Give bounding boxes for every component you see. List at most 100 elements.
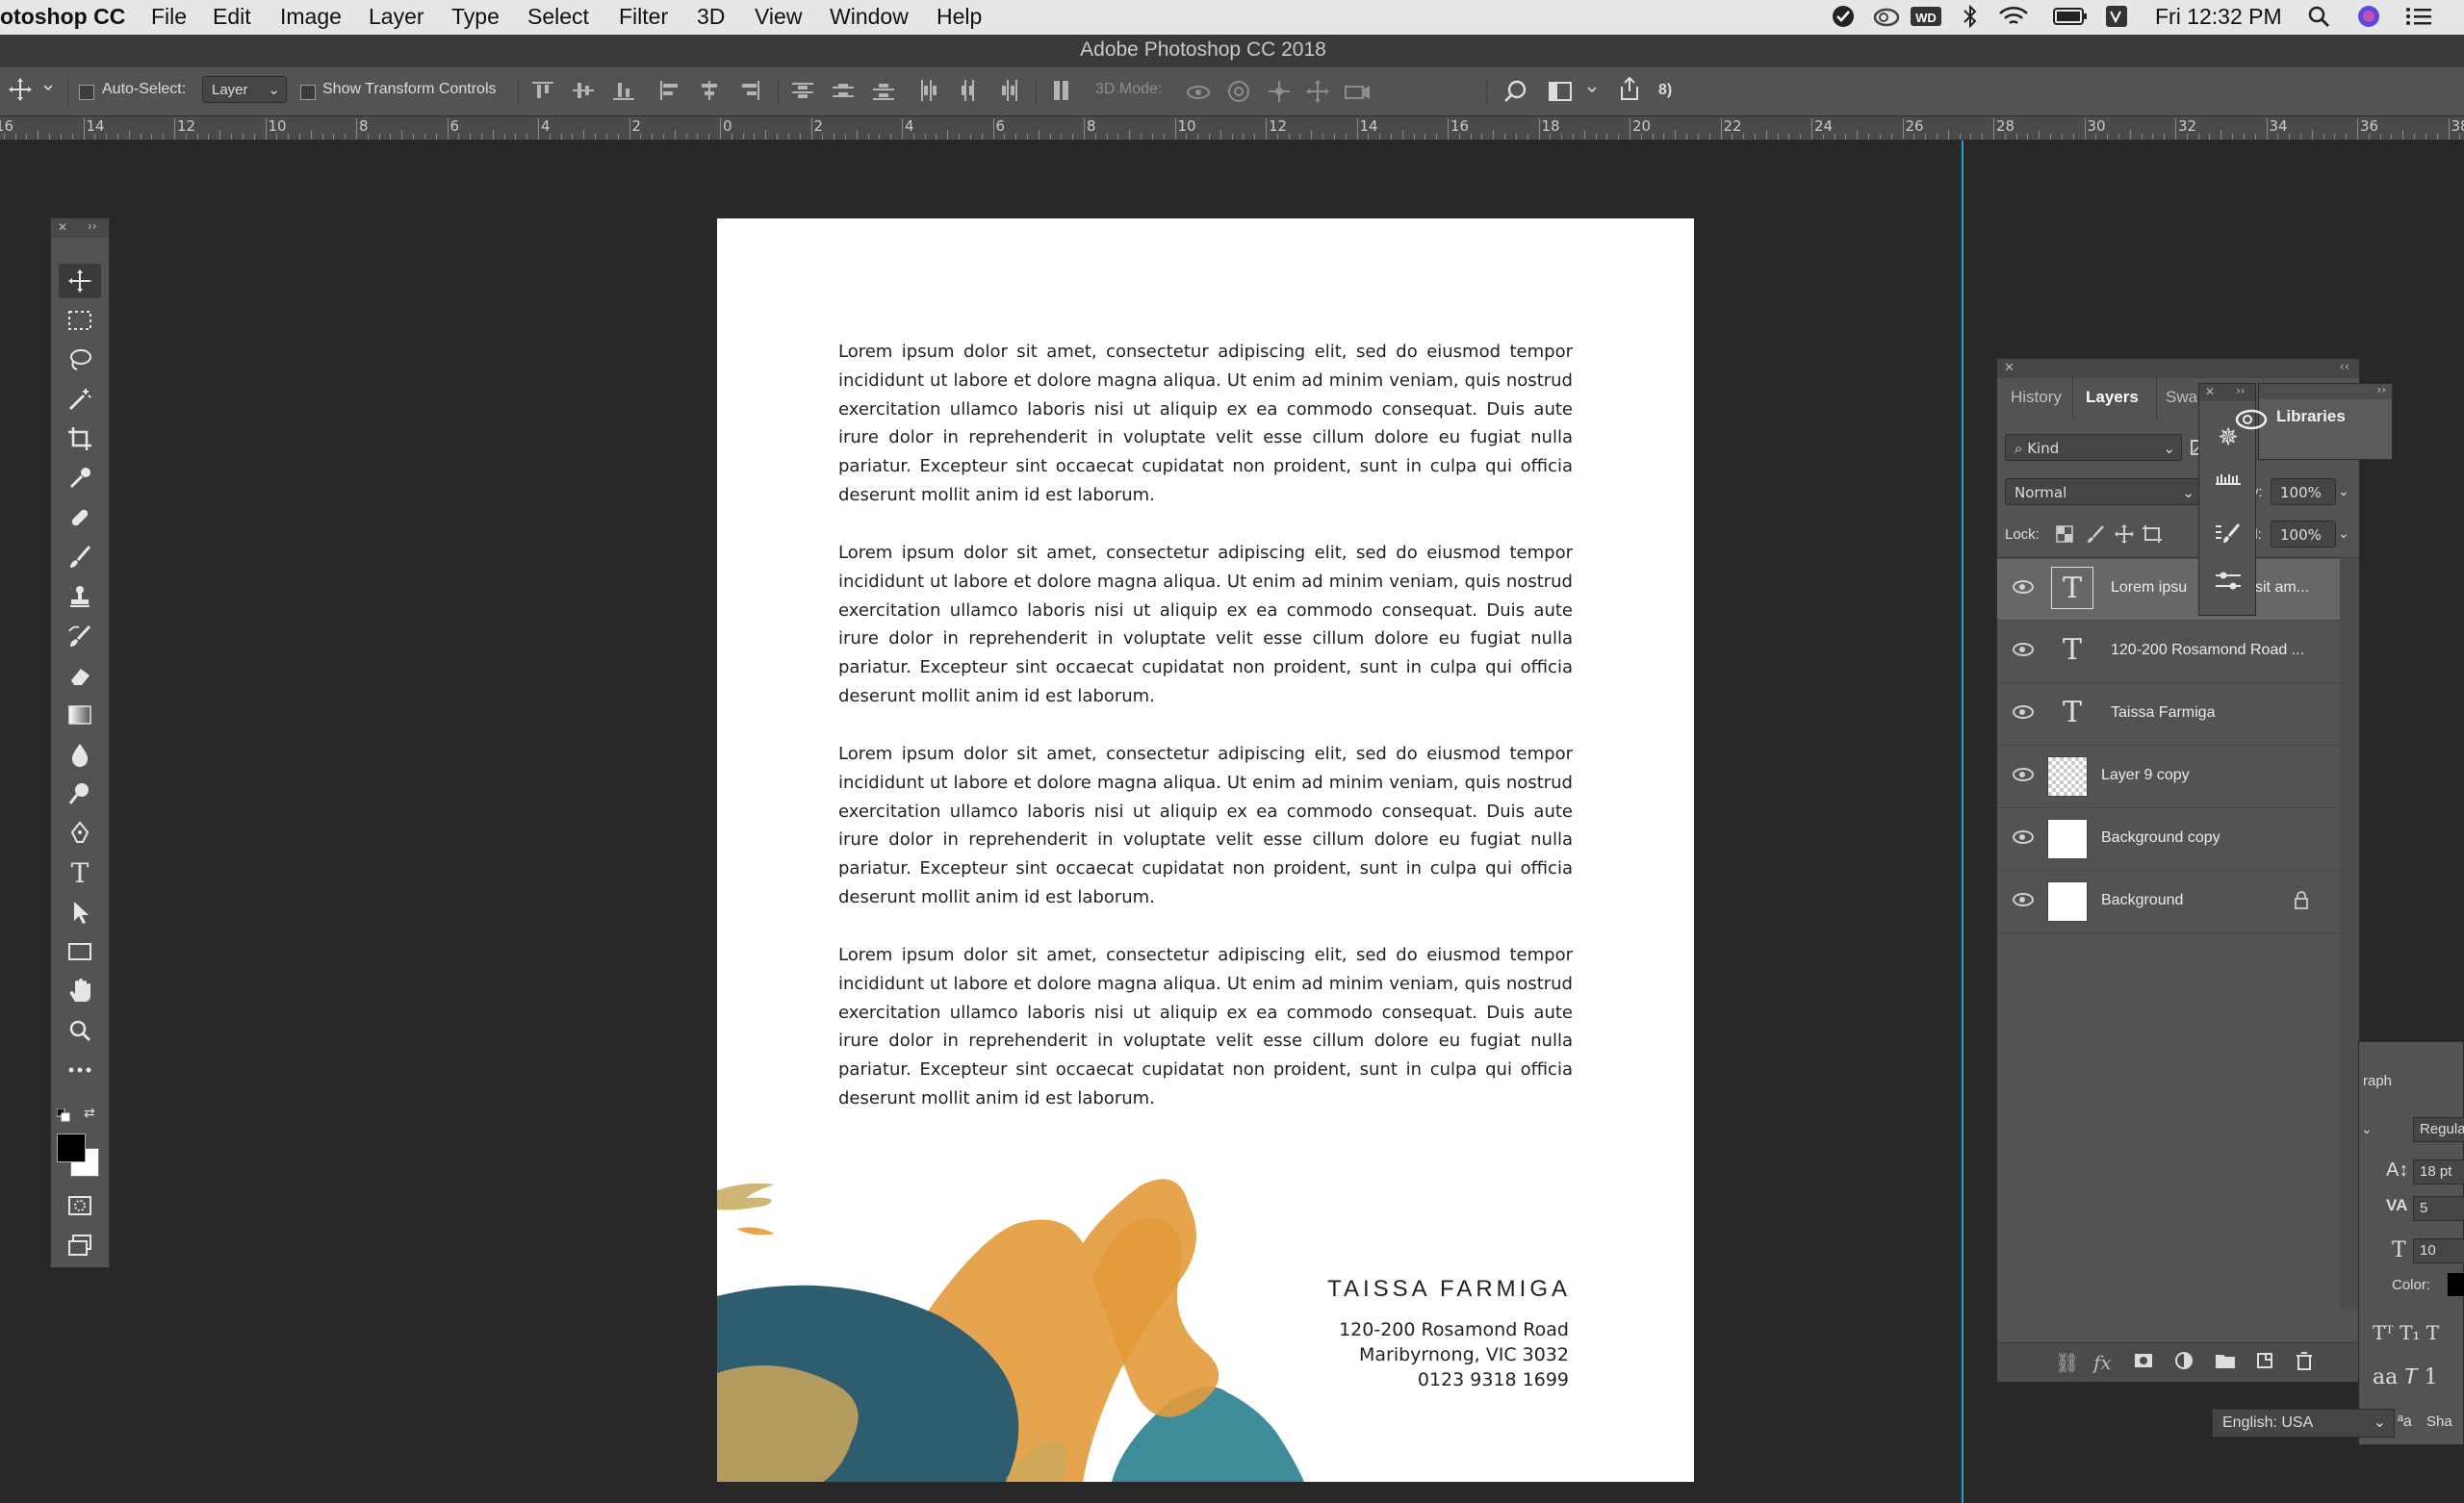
screen-mode-icon[interactable] [59, 1228, 101, 1262]
collapse-icon[interactable]: ›› [88, 219, 97, 233]
notification-center-icon[interactable] [2402, 4, 2435, 29]
3d-slide-icon[interactable] [1305, 79, 1330, 109]
lock-pixels-icon[interactable] [2086, 524, 2105, 548]
magic-wand-tool-icon[interactable] [59, 382, 101, 417]
distribute-horizontal-centers-icon[interactable] [958, 79, 979, 102]
quick-mask-icon[interactable] [59, 1188, 101, 1223]
auto-align-icon[interactable] [1051, 79, 1072, 102]
mini-panel-header[interactable]: ✕ ›› [2199, 384, 2255, 401]
3d-roll-icon[interactable] [1226, 79, 1251, 109]
close-icon[interactable]: ✕ [2004, 361, 2015, 375]
marquee-tool-icon[interactable] [59, 303, 101, 338]
link-layers-icon[interactable]: ⛓ [2055, 1351, 2079, 1374]
3d-orbit-icon[interactable] [1186, 79, 1211, 109]
foreground-color-swatch[interactable] [57, 1134, 86, 1162]
eraser-tool-icon[interactable] [59, 658, 101, 693]
collapse-icon[interactable]: ›› [2236, 384, 2246, 397]
eye-icon[interactable] [2013, 643, 2034, 656]
align-left-edges-icon[interactable] [658, 79, 680, 102]
more-tools-icon[interactable] [59, 1053, 101, 1087]
font-style-dropdown[interactable]: Regula [2413, 1117, 2464, 1142]
menu-app-name[interactable]: otoshop CC [0, 4, 125, 30]
align-horizontal-centers-icon[interactable] [699, 79, 720, 102]
collapse-icon[interactable]: ›› [2376, 383, 2386, 396]
spotlight-icon[interactable] [2306, 4, 2331, 29]
superscript-icons[interactable]: Tᵀ T₁ T [2373, 1321, 2439, 1344]
path-selection-tool-icon[interactable] [59, 895, 101, 930]
tool-presets-icon[interactable] [2209, 519, 2247, 557]
input-source-icon[interactable] [2104, 4, 2129, 29]
show-transform-checkbox[interactable] [300, 85, 316, 100]
add-mask-icon[interactable] [2134, 1351, 2153, 1375]
menu-type[interactable]: Type [451, 4, 500, 30]
workspace-icon[interactable] [1548, 79, 1573, 109]
leading-input[interactable]: 18 pt [2413, 1159, 2464, 1185]
tab-swatches[interactable]: Swa [2166, 388, 2197, 407]
default-colors-icon[interactable] [56, 1108, 70, 1122]
menu-window[interactable]: Window [830, 4, 909, 30]
libraries-panel[interactable]: ›› Libraries [2235, 383, 2393, 460]
clone-stamp-tool-icon[interactable] [59, 579, 101, 614]
canvas-guide[interactable] [1962, 140, 1964, 1503]
adjustments-icon[interactable] [2209, 567, 2247, 605]
zoom-tool-icon[interactable] [59, 1013, 101, 1048]
pen-tool-icon[interactable] [59, 816, 101, 851]
menu-view[interactable]: View [755, 4, 802, 30]
move-tool-preset-icon[interactable] [8, 77, 33, 107]
lock-icon[interactable] [2294, 891, 2309, 914]
trash-icon[interactable] [2296, 1351, 2313, 1375]
lock-artboard-icon[interactable] [2142, 524, 2163, 548]
siri-icon[interactable] [2356, 4, 2381, 29]
3d-pan-icon[interactable] [1267, 79, 1292, 109]
chevron-down-icon[interactable]: ⌄ [2361, 1121, 2373, 1137]
menu-layer[interactable]: Layer [369, 4, 424, 30]
new-layer-icon[interactable] [2255, 1351, 2274, 1375]
chevron-down-icon[interactable] [1586, 83, 1598, 100]
crop-tool-icon[interactable] [59, 421, 101, 456]
creative-cloud-icon[interactable] [1873, 4, 1900, 29]
wifi-icon[interactable] [1996, 4, 2031, 29]
close-icon[interactable]: ✕ [2205, 385, 2215, 398]
distribute-left-icon[interactable] [917, 79, 938, 102]
eye-icon[interactable] [2013, 893, 2034, 906]
rectangle-tool-icon[interactable] [59, 934, 101, 969]
menu-3d[interactable]: 3D [697, 4, 725, 30]
menu-filter[interactable]: Filter [619, 4, 668, 30]
chevron-down-icon[interactable]: ⌄ [2338, 484, 2349, 499]
distribute-right-icon[interactable] [998, 79, 1019, 102]
layers-scrollbar[interactable] [2340, 559, 2359, 1310]
bluetooth-icon[interactable] [1958, 4, 1983, 29]
type-tool-icon[interactable]: T [59, 855, 101, 890]
menu-file[interactable]: File [151, 4, 187, 30]
align-bottom-edges-icon[interactable] [613, 79, 634, 102]
history-brush-tool-icon[interactable] [59, 619, 101, 653]
brushes-icon[interactable] [2209, 461, 2247, 499]
language-dropdown[interactable]: English: USA ⌄ [2212, 1409, 2395, 1438]
eyedropper-tool-icon[interactable] [59, 461, 101, 496]
layer-row-address[interactable]: T 120-200 Rosamond Road ... [1997, 622, 2340, 683]
blur-tool-icon[interactable] [59, 737, 101, 772]
battery-icon[interactable] [2052, 4, 2089, 29]
lock-transparency-icon[interactable] [2055, 524, 2074, 548]
chevron-down-icon[interactable] [42, 81, 54, 98]
3d-camera-icon[interactable] [1344, 79, 1373, 109]
menu-help[interactable]: Help [937, 4, 982, 30]
eye-icon[interactable] [2013, 830, 2034, 844]
document-canvas[interactable]: Lorem ipsum dolor sit amet, consectetur … [717, 218, 1694, 1482]
tools-panel-header[interactable]: ✕ ›› [51, 218, 109, 238]
paragraph-tab[interactable]: raph [2363, 1073, 2392, 1089]
adjustment-layer-icon[interactable] [2174, 1351, 2194, 1375]
swap-colors-icon[interactable]: ⇄ [84, 1106, 101, 1121]
menubar-clock[interactable]: Fri 12:32 PM [2155, 4, 2282, 30]
auto-select-checkbox[interactable] [79, 85, 94, 100]
align-right-edges-icon[interactable] [739, 79, 760, 102]
new-group-icon[interactable] [2215, 1351, 2236, 1375]
hand-tool-icon[interactable] [59, 974, 101, 1008]
wd-drive-icon[interactable]: WD [1910, 4, 1942, 29]
collapse-icon[interactable]: ‹‹ [2340, 360, 2349, 374]
fill-input[interactable]: 100% [2271, 521, 2336, 548]
layer-row-background-copy[interactable]: Background copy [1997, 809, 2340, 871]
checkmark-icon[interactable] [1831, 4, 1856, 29]
align-vertical-centers-icon[interactable] [573, 79, 594, 102]
tab-layers[interactable]: Layers [2086, 388, 2139, 407]
